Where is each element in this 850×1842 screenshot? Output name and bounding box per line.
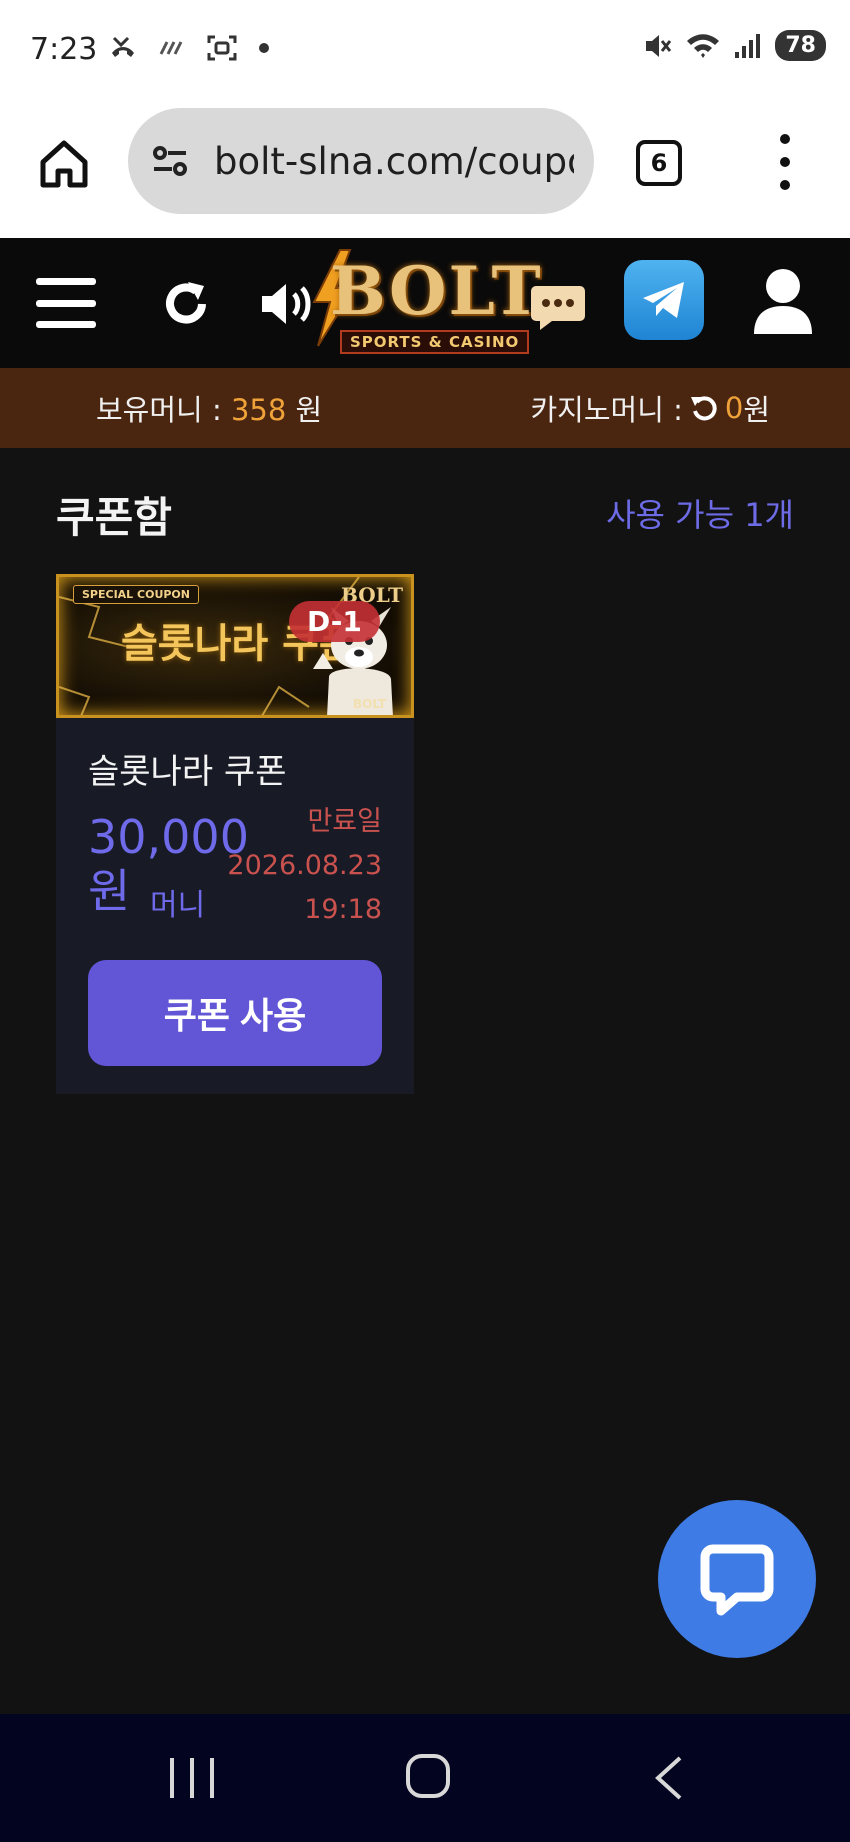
coupon-name: 슬롯나라 쿠폰 [88, 752, 287, 792]
coupon-amount-value: 30,000 [88, 810, 249, 864]
refresh-icon[interactable] [158, 276, 214, 332]
system-nav-bar [0, 1714, 850, 1842]
available-count: 사용 가능 1개 [606, 496, 794, 534]
browser-toolbar: bolt-slna.com/coupon 6 [0, 100, 850, 238]
balance-bar: 보유머니 : 358 원 카지노머니 : 0 원 [0, 368, 850, 448]
status-time: 7:23 [30, 32, 98, 67]
held-money-label: 보유머니 : [96, 393, 231, 427]
url-text: bolt-slna.com/coupon [214, 139, 574, 183]
site-header: BOLT SPORTS & CASINO [0, 238, 850, 368]
live-chat-button[interactable] [658, 1500, 816, 1658]
status-system-icons: 78 [643, 30, 826, 61]
coupon-card: SPECIAL COUPON 슬롯나라 쿠폰 BOLT D-1 BOLT 슬롯나… [56, 574, 414, 1094]
casino-money-unit: 원 [743, 393, 770, 427]
missed-call-icon [112, 36, 134, 57]
more-options-icon[interactable] [775, 134, 795, 190]
banner-stamp: BOLT [353, 697, 387, 711]
held-money: 보유머니 : 358 원 [96, 387, 322, 429]
site-settings-icon[interactable] [150, 141, 190, 181]
nav-home-icon[interactable] [406, 1754, 450, 1798]
dot-icon [259, 43, 269, 53]
coupon-banner: SPECIAL COUPON 슬롯나라 쿠폰 BOLT D-1 BOLT [56, 574, 414, 718]
wifi-icon [687, 33, 720, 58]
recent-apps-icon[interactable] [170, 1758, 214, 1798]
page-title: 쿠폰함 [56, 493, 172, 542]
wifi-calling-icon [159, 41, 183, 55]
battery-indicator: 78 [775, 30, 826, 61]
expiry-label: 만료일 [307, 806, 382, 837]
address-bar[interactable]: bolt-slna.com/coupon [128, 108, 594, 214]
held-money-unit: 원 [286, 393, 323, 427]
special-coupon-tag: SPECIAL COUPON [73, 585, 199, 604]
status-notification-icons [108, 34, 270, 62]
casino-money-label: 카지노머니 : [530, 393, 683, 427]
site-logo[interactable]: BOLT SPORTS & CASINO [300, 248, 550, 358]
home-icon[interactable] [38, 138, 90, 190]
back-icon[interactable] [650, 1754, 686, 1802]
screenshot-icon [207, 35, 237, 61]
casino-money-value: 0 [724, 391, 744, 425]
status-bar: 7:23 78 [0, 0, 850, 100]
logo-text: BOLT [330, 252, 543, 330]
chat-icon [700, 1544, 774, 1616]
expiry-date: 2026.08.23 [227, 850, 382, 881]
user-account-icon[interactable] [752, 266, 814, 336]
chat-bubble-icon[interactable] [530, 282, 586, 332]
expiry-time: 19:18 [304, 894, 382, 925]
held-money-value: 358 [230, 393, 287, 427]
reload-casino-icon[interactable] [689, 393, 719, 423]
casino-money: 카지노머니 : 0 원 [530, 387, 770, 429]
telegram-button[interactable] [624, 260, 704, 340]
tab-switcher-button[interactable]: 6 [636, 140, 682, 186]
hamburger-menu-icon[interactable] [36, 278, 96, 328]
d-day-badge: D-1 [289, 601, 380, 642]
logo-subtitle: SPORTS & CASINO [340, 330, 530, 354]
coupon-money-label: 머니 [150, 888, 206, 923]
use-coupon-button[interactable]: 쿠폰 사용 [88, 960, 382, 1066]
coupon-expiry: 만료일 2026.08.23 19:18 [227, 800, 382, 932]
signal-icon [735, 33, 761, 58]
mute-icon [646, 34, 672, 57]
telegram-icon [643, 282, 684, 318]
